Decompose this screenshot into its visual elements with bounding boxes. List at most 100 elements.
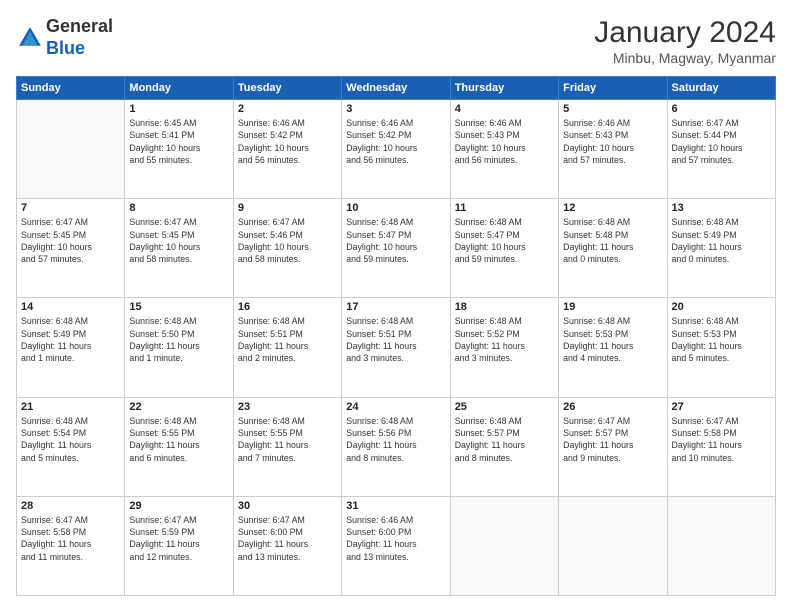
day-number: 14 — [21, 301, 120, 313]
calendar-cell: 22 Sunrise: 6:48 AM Sunset: 5:55 PM Dayli… — [125, 397, 233, 496]
day-number: 17 — [346, 301, 445, 313]
day-number: 6 — [672, 103, 771, 115]
calendar-cell: 4Sunrise: 6:46 AM Sunset: 5:43 PM Daylig… — [450, 100, 558, 199]
day-number: 13 — [672, 202, 771, 214]
day-info: Sunrise: 6:48 AM Sunset: 5:55 PM Dayligh… — [238, 415, 337, 464]
calendar-cell: 7 Sunrise: 6:47 AM Sunset: 5:45 PM Daylig… — [17, 199, 125, 298]
day-info: Sunrise: 6:48 AM Sunset: 5:55 PM Dayligh… — [129, 415, 228, 464]
calendar-cell: 12 Sunrise: 6:48 AM Sunset: 5:48 PM Dayli… — [559, 199, 667, 298]
day-info: Sunrise: 6:47 AM Sunset: 5:45 PM Dayligh… — [21, 216, 120, 265]
day-info: Sunrise: 6:47 AM Sunset: 5:57 PM Dayligh… — [563, 415, 662, 464]
header: General Blue January 2024 Minbu, Magway,… — [16, 16, 776, 66]
calendar-cell: 30Sunrise: 6:47 AM Sunset: 6:00 PM Dayli… — [233, 496, 341, 595]
calendar-week-row: 14Sunrise: 6:48 AM Sunset: 5:49 PM Dayli… — [17, 298, 776, 397]
calendar-cell: 8Sunrise: 6:47 AM Sunset: 5:45 PM Daylig… — [125, 199, 233, 298]
calendar-cell — [17, 100, 125, 199]
day-number: 29 — [129, 500, 228, 512]
calendar-cell: 17Sunrise: 6:48 AM Sunset: 5:51 PM Dayli… — [342, 298, 450, 397]
calendar-day-header: Wednesday — [342, 77, 450, 100]
day-info: Sunrise: 6:48 AM Sunset: 5:48 PM Dayligh… — [563, 216, 662, 265]
calendar-cell: 2Sunrise: 6:46 AM Sunset: 5:42 PM Daylig… — [233, 100, 341, 199]
logo-blue: Blue — [46, 38, 113, 60]
day-info: Sunrise: 6:46 AM Sunset: 5:43 PM Dayligh… — [563, 117, 662, 166]
day-info: Sunrise: 6:48 AM Sunset: 5:50 PM Dayligh… — [129, 315, 228, 364]
calendar-cell: 27 Sunrise: 6:47 AM Sunset: 5:58 PM Dayli… — [667, 397, 775, 496]
calendar-cell: 19 Sunrise: 6:48 AM Sunset: 5:53 PM Dayli… — [559, 298, 667, 397]
day-info: Sunrise: 6:47 AM Sunset: 5:58 PM Dayligh… — [21, 514, 120, 563]
calendar-day-header: Monday — [125, 77, 233, 100]
calendar-cell: 16 Sunrise: 6:48 AM Sunset: 5:51 PM Dayli… — [233, 298, 341, 397]
day-info: Sunrise: 6:48 AM Sunset: 5:47 PM Dayligh… — [346, 216, 445, 265]
location: Minbu, Magway, Myanmar — [594, 50, 776, 66]
calendar-cell: 5 Sunrise: 6:46 AM Sunset: 5:43 PM Daylig… — [559, 100, 667, 199]
day-info: Sunrise: 6:48 AM Sunset: 5:47 PM Dayligh… — [455, 216, 554, 265]
day-info: Sunrise: 6:48 AM Sunset: 5:52 PM Dayligh… — [455, 315, 554, 364]
day-info: Sunrise: 6:48 AM Sunset: 5:54 PM Dayligh… — [21, 415, 120, 464]
calendar-day-header: Friday — [559, 77, 667, 100]
calendar-cell: 25 Sunrise: 6:48 AM Sunset: 5:57 PM Dayli… — [450, 397, 558, 496]
day-number: 5 — [563, 103, 662, 115]
calendar-week-row: 28 Sunrise: 6:47 AM Sunset: 5:58 PM Dayli… — [17, 496, 776, 595]
day-number: 20 — [672, 301, 771, 313]
calendar-header-row: SundayMondayTuesdayWednesdayThursdayFrid… — [17, 77, 776, 100]
calendar-week-row: 1Sunrise: 6:45 AM Sunset: 5:41 PM Daylig… — [17, 100, 776, 199]
day-info: Sunrise: 6:48 AM Sunset: 5:57 PM Dayligh… — [455, 415, 554, 464]
day-number: 24 — [346, 401, 445, 413]
day-number: 22 — [129, 401, 228, 413]
calendar-cell: 14Sunrise: 6:48 AM Sunset: 5:49 PM Dayli… — [17, 298, 125, 397]
calendar-day-header: Sunday — [17, 77, 125, 100]
calendar-cell — [559, 496, 667, 595]
day-number: 4 — [455, 103, 554, 115]
day-info: Sunrise: 6:48 AM Sunset: 5:53 PM Dayligh… — [563, 315, 662, 364]
calendar-week-row: 7 Sunrise: 6:47 AM Sunset: 5:45 PM Daylig… — [17, 199, 776, 298]
day-number: 7 — [21, 202, 120, 214]
logo: General Blue — [16, 16, 113, 59]
day-number: 25 — [455, 401, 554, 413]
calendar-cell: 9Sunrise: 6:47 AM Sunset: 5:46 PM Daylig… — [233, 199, 341, 298]
day-info: Sunrise: 6:46 AM Sunset: 5:42 PM Dayligh… — [346, 117, 445, 166]
day-info: Sunrise: 6:48 AM Sunset: 5:56 PM Dayligh… — [346, 415, 445, 464]
day-info: Sunrise: 6:47 AM Sunset: 5:46 PM Dayligh… — [238, 216, 337, 265]
day-number: 15 — [129, 301, 228, 313]
calendar-cell: 15 Sunrise: 6:48 AM Sunset: 5:50 PM Dayli… — [125, 298, 233, 397]
logo-text: General Blue — [46, 16, 113, 59]
calendar-cell: 20 Sunrise: 6:48 AM Sunset: 5:53 PM Dayli… — [667, 298, 775, 397]
day-number: 26 — [563, 401, 662, 413]
day-number: 28 — [21, 500, 120, 512]
calendar-cell: 18Sunrise: 6:48 AM Sunset: 5:52 PM Dayli… — [450, 298, 558, 397]
calendar-cell: 1Sunrise: 6:45 AM Sunset: 5:41 PM Daylig… — [125, 100, 233, 199]
logo-general: General — [46, 16, 113, 38]
day-info: Sunrise: 6:47 AM Sunset: 5:59 PM Dayligh… — [129, 514, 228, 563]
day-info: Sunrise: 6:47 AM Sunset: 5:45 PM Dayligh… — [129, 216, 228, 265]
calendar-cell — [450, 496, 558, 595]
day-number: 12 — [563, 202, 662, 214]
day-number: 27 — [672, 401, 771, 413]
day-number: 21 — [21, 401, 120, 413]
day-info: Sunrise: 6:46 AM Sunset: 6:00 PM Dayligh… — [346, 514, 445, 563]
day-number: 19 — [563, 301, 662, 313]
day-info: Sunrise: 6:47 AM Sunset: 5:58 PM Dayligh… — [672, 415, 771, 464]
day-info: Sunrise: 6:48 AM Sunset: 5:53 PM Dayligh… — [672, 315, 771, 364]
logo-icon — [16, 24, 44, 52]
day-number: 30 — [238, 500, 337, 512]
day-info: Sunrise: 6:48 AM Sunset: 5:51 PM Dayligh… — [238, 315, 337, 364]
month-title: January 2024 — [594, 16, 776, 50]
calendar-cell: 6 Sunrise: 6:47 AM Sunset: 5:44 PM Daylig… — [667, 100, 775, 199]
calendar-cell: 23 Sunrise: 6:48 AM Sunset: 5:55 PM Dayli… — [233, 397, 341, 496]
day-info: Sunrise: 6:47 AM Sunset: 5:44 PM Dayligh… — [672, 117, 771, 166]
calendar-cell: 11Sunrise: 6:48 AM Sunset: 5:47 PM Dayli… — [450, 199, 558, 298]
calendar-cell: 10Sunrise: 6:48 AM Sunset: 5:47 PM Dayli… — [342, 199, 450, 298]
day-number: 2 — [238, 103, 337, 115]
calendar-day-header: Saturday — [667, 77, 775, 100]
calendar-cell: 31 Sunrise: 6:46 AM Sunset: 6:00 PM Dayli… — [342, 496, 450, 595]
day-number: 31 — [346, 500, 445, 512]
calendar-day-header: Tuesday — [233, 77, 341, 100]
calendar-table: SundayMondayTuesdayWednesdayThursdayFrid… — [16, 76, 776, 596]
calendar-day-header: Thursday — [450, 77, 558, 100]
day-number: 23 — [238, 401, 337, 413]
day-number: 16 — [238, 301, 337, 313]
calendar-cell: 26 Sunrise: 6:47 AM Sunset: 5:57 PM Dayli… — [559, 397, 667, 496]
title-block: January 2024 Minbu, Magway, Myanmar — [594, 16, 776, 66]
day-number: 1 — [129, 103, 228, 115]
calendar-week-row: 21 Sunrise: 6:48 AM Sunset: 5:54 PM Dayli… — [17, 397, 776, 496]
